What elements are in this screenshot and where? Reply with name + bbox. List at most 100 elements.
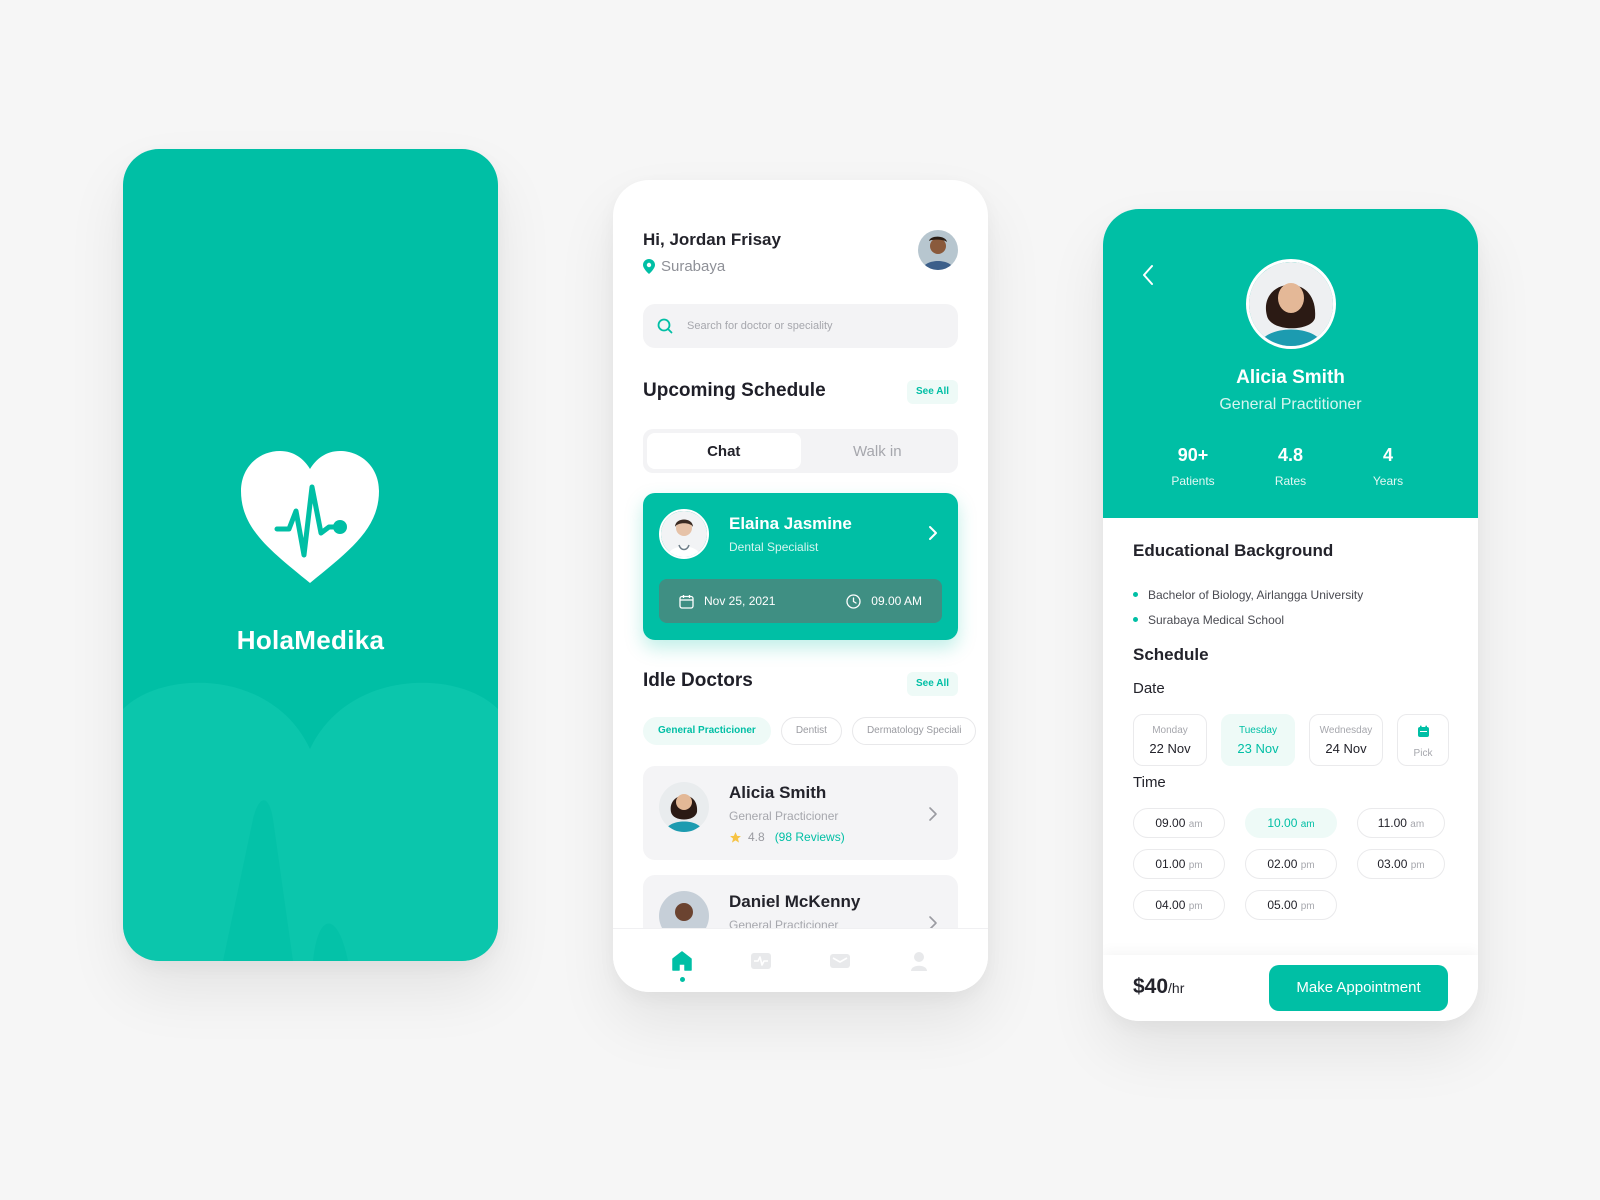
doctor-card[interactable]: Alicia Smith General Practicioner 4.8 (9… <box>643 766 958 860</box>
appointment-datetime-bar: Nov 25, 2021 09.00 AM <box>659 579 942 623</box>
date-option-selected[interactable]: Tuesday 23 Nov <box>1221 714 1295 766</box>
time-value: 01.00 <box>1155 857 1186 871</box>
specialty-filter-chips: General Practicioner Dentist Dermatology… <box>643 717 977 745</box>
bottom-navigation <box>613 928 988 992</box>
price-unit: /hr <box>1168 980 1185 996</box>
time-slot[interactable]: 01.00 pm <box>1133 849 1225 879</box>
star-icon <box>730 831 741 843</box>
time-value: 03.00 <box>1377 857 1408 871</box>
review-count[interactable]: (98 Reviews) <box>775 830 845 844</box>
nav-profile[interactable] <box>907 949 931 973</box>
chip-dentist[interactable]: Dentist <box>780 717 842 745</box>
stat-rates: 4.8 Rates <box>1251 445 1331 488</box>
stat-label: Patients <box>1171 474 1215 488</box>
doctor-name: Alicia Smith <box>1236 367 1345 388</box>
doctor-profile-header: Alicia Smith General Practitioner 90+ Pat… <box>1103 209 1478 518</box>
time-value: 09.00 <box>1155 816 1186 830</box>
tab-walk-in[interactable]: Walk in <box>801 433 955 469</box>
make-appointment-button[interactable]: Make Appointment <box>1269 965 1448 1011</box>
stat-value: 4 <box>1382 445 1393 465</box>
chip-general-practicioner[interactable]: General Practicioner <box>643 717 771 745</box>
time-value: 11.00 <box>1377 816 1407 830</box>
doctor-name: Alicia Smith <box>729 783 827 802</box>
education-list: Bachelor of Biology, Airlangga Universit… <box>1133 582 1363 632</box>
appointment-doctor-specialty: Dental Specialist <box>729 540 819 554</box>
time-slot[interactable]: 04.00 pm <box>1133 890 1225 920</box>
booking-footer: $40/hr Make Appointment <box>1103 955 1478 1021</box>
day-label: 22 Nov <box>1149 741 1191 756</box>
app-brand-name: HolaMedika <box>236 625 385 655</box>
stat-years: 4 Years <box>1348 445 1428 488</box>
stat-label: Rates <box>1274 474 1307 488</box>
date-picker: Monday 22 Nov Tuesday 23 Nov Wednesday 24 N… <box>1133 714 1449 766</box>
time-slot-selected[interactable]: 10.00 am <box>1245 808 1337 838</box>
search-icon <box>657 318 673 334</box>
doctor-name: Daniel McKenny <box>729 892 861 911</box>
calendar-icon <box>679 594 694 609</box>
nav-activity[interactable] <box>749 949 773 973</box>
chevron-right-icon[interactable] <box>928 525 938 541</box>
time-slot[interactable]: 09.00 am <box>1133 808 1225 838</box>
home-icon <box>672 950 693 971</box>
education-title: Educational Background <box>1133 541 1334 560</box>
location-label: Surabaya <box>661 258 726 275</box>
doctor-avatar <box>659 782 709 832</box>
schedule-title: Schedule <box>1133 645 1209 664</box>
education-item: Surabaya Medical School <box>1133 607 1363 632</box>
time-slot[interactable]: 05.00 pm <box>1245 890 1337 920</box>
idle-see-all-button[interactable]: See All <box>907 672 958 696</box>
time-period: pm <box>1300 901 1315 912</box>
splash-background-wave <box>123 682 498 961</box>
heart-pulse-logo-icon <box>241 451 379 583</box>
day-label: 24 Nov <box>1325 741 1367 756</box>
time-slot[interactable]: 03.00 pm <box>1357 849 1445 879</box>
time-period: pm <box>1410 860 1425 871</box>
stat-value: 4.8 <box>1277 445 1304 465</box>
appointment-date-label: Nov 25, 2021 <box>704 594 776 608</box>
search-input[interactable] <box>687 320 917 332</box>
greeting-text: Hi, Jordan Frisay <box>643 230 781 249</box>
upcoming-appointment-card[interactable]: Elaina Jasmine Dental Specialist Nov 25,… <box>643 493 958 640</box>
price-value: $40 <box>1133 975 1169 998</box>
splash-screen: HolaMedika <box>123 149 498 961</box>
clock-icon <box>846 593 861 609</box>
date-label: Date <box>1133 680 1165 697</box>
time-slot[interactable]: 11.00 am <box>1357 808 1445 838</box>
time-period: pm <box>1300 860 1315 871</box>
calendar-icon <box>1417 725 1429 737</box>
time-value: 04.00 <box>1155 898 1186 912</box>
time-value: 10.00 <box>1267 816 1298 830</box>
search-bar[interactable] <box>643 304 958 348</box>
location-row[interactable]: Surabaya <box>643 258 725 275</box>
doctor-detail-screen: Alicia Smith General Practitioner 90+ Pat… <box>1103 209 1478 1021</box>
time-value: 02.00 <box>1267 857 1298 871</box>
pick-date-button[interactable]: Pick <box>1397 714 1449 766</box>
price: $40/hr <box>1133 975 1184 999</box>
weekday-label: Tuesday <box>1239 725 1277 736</box>
time-slot[interactable]: 02.00 pm <box>1245 849 1337 879</box>
tab-chat[interactable]: Chat <box>647 433 801 469</box>
weekday-label: Wednesday <box>1319 725 1373 736</box>
doctor-avatar <box>659 509 709 559</box>
appointment-time: 09.00 AM <box>846 593 922 609</box>
chip-dermatology[interactable]: Dermatology Speciali <box>851 717 977 745</box>
doctor-stats: 90+ Patients 4.8 Rates 4 Years <box>1133 445 1448 488</box>
day-label: 23 Nov <box>1237 741 1279 756</box>
mail-icon <box>829 953 850 968</box>
stat-value: 90+ <box>1177 445 1209 465</box>
appointment-time-label: 09.00 AM <box>871 594 922 608</box>
time-period: am <box>1410 819 1425 830</box>
time-period: pm <box>1188 901 1203 912</box>
user-icon <box>910 951 927 971</box>
nav-home[interactable] <box>670 949 694 982</box>
upcoming-see-all-button[interactable]: See All <box>907 380 958 404</box>
nav-messages[interactable] <box>828 949 852 973</box>
date-option[interactable]: Wednesday 24 Nov <box>1309 714 1383 766</box>
education-item: Bachelor of Biology, Airlangga Universit… <box>1133 582 1363 607</box>
back-arrow-icon[interactable] <box>1141 264 1155 286</box>
location-pin-icon <box>643 259 655 274</box>
date-option[interactable]: Monday 22 Nov <box>1133 714 1207 766</box>
user-avatar[interactable] <box>918 230 958 270</box>
heartbeat-icon <box>751 952 772 969</box>
chevron-right-icon[interactable] <box>928 806 938 822</box>
